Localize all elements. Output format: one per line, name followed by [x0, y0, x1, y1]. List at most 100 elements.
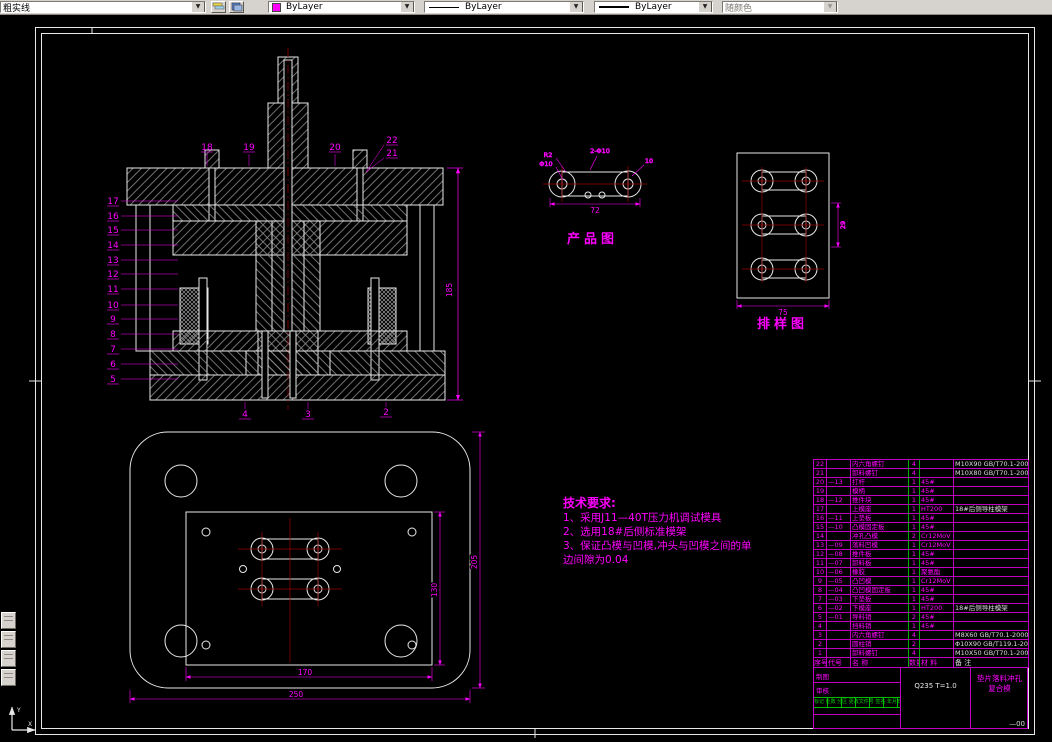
- color-combo-value: ByLayer: [286, 2, 323, 12]
- chevron-down-icon: ▼: [823, 2, 837, 12]
- part-callout: 9: [110, 315, 116, 325]
- bom-cell: [827, 505, 851, 514]
- bom-cell: 2: [909, 640, 920, 649]
- lineweight-combo[interactable]: ByLayer ▼: [594, 1, 713, 13]
- dim-250: 250: [289, 690, 304, 699]
- chevron-down-icon[interactable]: ▼: [569, 2, 583, 12]
- bom-cell: 2: [909, 613, 920, 622]
- bom-row: 12 —08 推件板 1 45#: [814, 550, 1029, 559]
- plan-view: [129, 431, 471, 689]
- drawing-number: —00: [1009, 720, 1025, 728]
- bom-cell: 20: [814, 478, 827, 487]
- bom-cell: 14: [814, 532, 827, 541]
- bom-cell: 冲孔凸模: [851, 532, 909, 541]
- bom-cell: [954, 559, 1029, 568]
- docked-toolbar-button-4[interactable]: [1, 669, 16, 686]
- bom-cell: 13: [814, 541, 827, 550]
- bom-cell: [827, 532, 851, 541]
- bom-cell: 下模座: [851, 604, 909, 613]
- bom-cell: —05: [827, 577, 851, 586]
- linetype-sample: [429, 6, 459, 8]
- bom-cell: 挡料销: [851, 622, 909, 631]
- bom-cell: 9: [814, 577, 827, 586]
- bom-cell: 1: [909, 496, 920, 505]
- bom-row: 18 —12 推件块 1 45#: [814, 496, 1029, 505]
- bom-row: 14 冲孔凸模 2 Cr12MoV: [814, 532, 1029, 541]
- color-combo[interactable]: ByLayer ▼: [268, 1, 415, 13]
- bom-cell: 4: [909, 469, 920, 478]
- svg-text:Y: Y: [16, 707, 21, 714]
- bom-cell: [954, 550, 1029, 559]
- bom-cell: Cr12MoV: [920, 577, 954, 586]
- linetype-combo[interactable]: ByLayer ▼: [424, 1, 584, 13]
- bom-cell: 1: [909, 595, 920, 604]
- bom-cell: 45#: [920, 550, 954, 559]
- bom-cell: 45#: [920, 613, 954, 622]
- part-callout: 10: [107, 301, 119, 311]
- bom-cell: [920, 649, 954, 658]
- bom-cell: 21: [814, 469, 827, 478]
- part-callout: 20: [329, 143, 341, 153]
- chevron-down-icon[interactable]: ▼: [191, 2, 205, 12]
- bom-row: 3 内六角螺钉 4 M8X60 GB/T70.1-2000: [814, 631, 1029, 640]
- bom-cell: 落料凹模: [851, 541, 909, 550]
- bom-row: 13 —09 落料凹模 1 Cr12MoV: [814, 541, 1029, 550]
- bom-cell: 1: [909, 559, 920, 568]
- bom-cell: 1: [909, 505, 920, 514]
- bom-cell: —13: [827, 478, 851, 487]
- bom-cell: 45#: [920, 514, 954, 523]
- bom-cell: [920, 640, 954, 649]
- bom-cell: [954, 523, 1029, 532]
- part-callout: 7: [110, 345, 116, 355]
- bom-cell: [954, 496, 1029, 505]
- bom-row: 22 内六角螺钉 4 M10X90 GB/T70.1-2000: [814, 460, 1029, 469]
- docked-toolbar-button-1[interactable]: [1, 612, 16, 629]
- bom-cell: 聚氨酯: [920, 568, 954, 577]
- bom-cell: 22: [814, 460, 827, 469]
- ucs-icon: Y X: [8, 706, 36, 734]
- layer-combo-value: 粗实线: [3, 3, 31, 13]
- layer-manager-button[interactable]: [211, 1, 226, 13]
- bom-cell: 45#: [920, 496, 954, 505]
- bom-row: 20 —13 打杆 1 45#: [814, 478, 1029, 487]
- layers-icon: [212, 2, 225, 10]
- bom-cell: 18: [814, 496, 827, 505]
- chevron-down-icon[interactable]: ▼: [698, 2, 712, 12]
- dim-right: 10: [645, 157, 653, 165]
- bom-cell: 16: [814, 514, 827, 523]
- bom-cell: 1: [909, 478, 920, 487]
- dim-hole: Φ10: [539, 160, 552, 168]
- bom-cell: [920, 460, 954, 469]
- bom-cell: 45#: [920, 559, 954, 568]
- product-view-label: 产品图: [567, 232, 619, 247]
- bom-cell: 推件板: [851, 550, 909, 559]
- tech-req-line: 边间隙为0.04: [563, 554, 629, 566]
- bom-cell: 推件块: [851, 496, 909, 505]
- bom-cell: 卸料螺钉: [851, 469, 909, 478]
- bom-cell: [954, 577, 1029, 586]
- part-callout: 17: [107, 197, 118, 207]
- lineweight-sample: [599, 6, 629, 8]
- bom-cell: 1: [909, 604, 920, 613]
- bom-cell: —07: [827, 559, 851, 568]
- parts-list-table: 22 内六角螺钉 4 M10X90 GB/T70.1-2000 21 卸料螺钉 4 M10X8…: [813, 459, 1029, 668]
- docked-toolbar-button-2[interactable]: [1, 631, 16, 648]
- bom-cell: —06: [827, 568, 851, 577]
- bom-cell: [827, 631, 851, 640]
- bom-cell: 45#: [920, 595, 954, 604]
- cad-application: { "toolbar": { "layer_combo": "粗实线", "co…: [0, 0, 1052, 738]
- bom-cell: Cr12MoV: [920, 532, 954, 541]
- layer-combo[interactable]: 粗实线 ▼: [0, 1, 206, 13]
- bom-cell: 1: [909, 568, 920, 577]
- bom-cell: 3: [814, 631, 827, 640]
- layout-view-label: 排样图: [757, 317, 809, 332]
- docked-toolbar-button-3[interactable]: [1, 650, 16, 667]
- bom-cell: M10X50 GB/T70.1-2000: [954, 649, 1029, 658]
- bom-cell: 凸模固定板: [851, 523, 909, 532]
- plotstyle-combo: 随颜色 ▼: [722, 1, 838, 13]
- layout-view: [736, 152, 830, 299]
- chevron-down-icon[interactable]: ▼: [400, 2, 414, 12]
- part-callout: 11: [107, 285, 118, 295]
- part-callout: 5: [110, 375, 116, 385]
- layer-states-button[interactable]: [229, 1, 244, 13]
